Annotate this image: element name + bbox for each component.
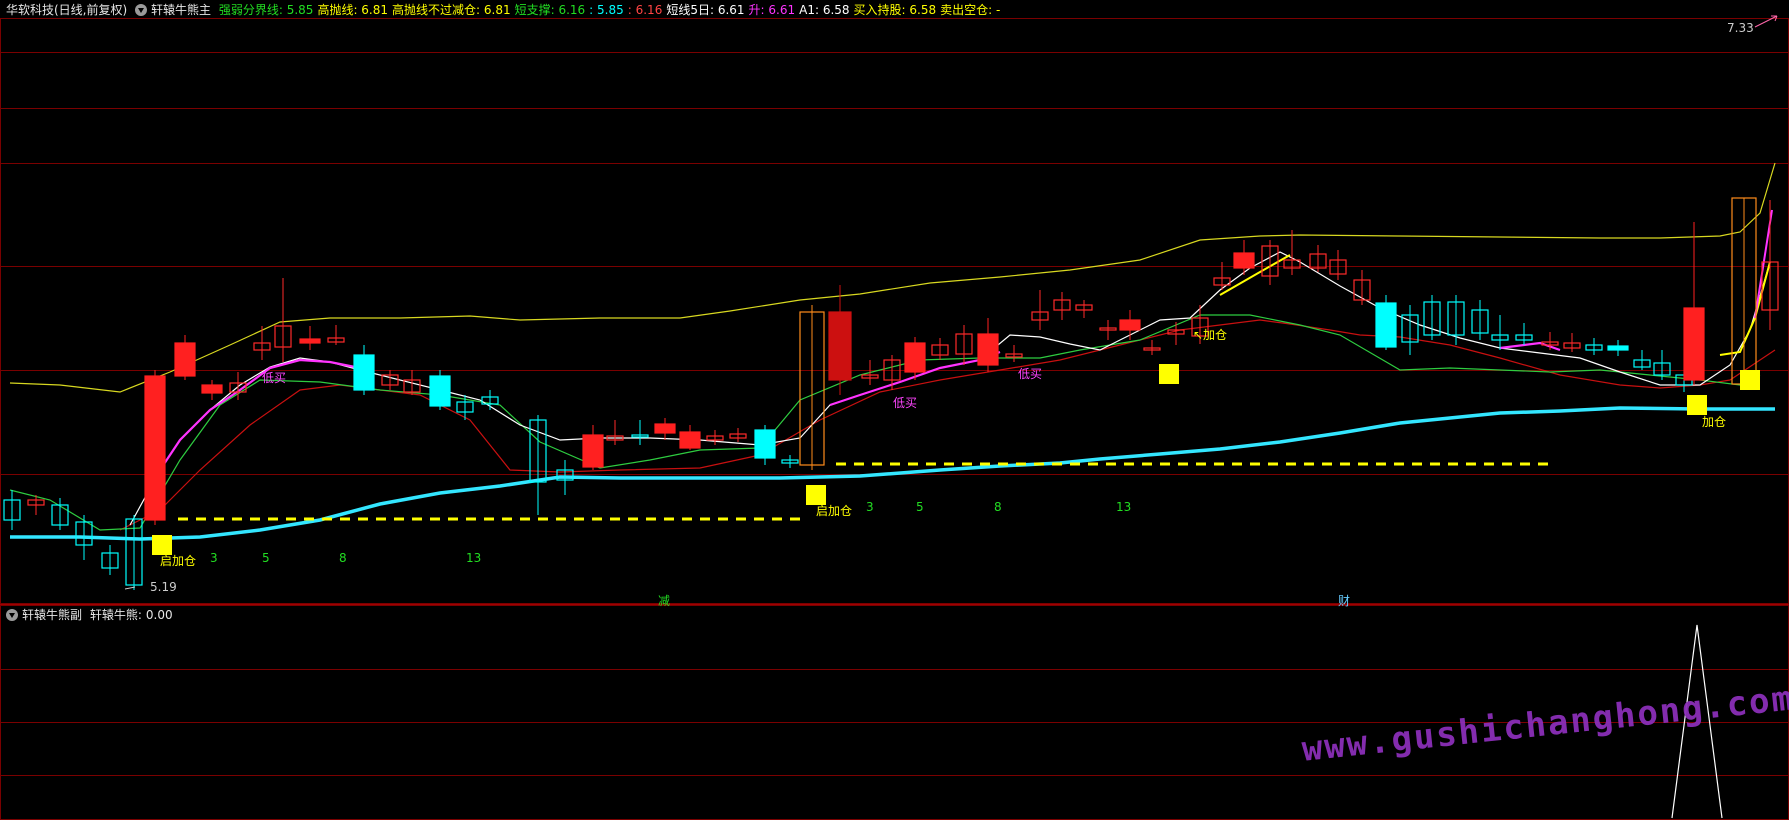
signal-low-buy-1: 低买 — [262, 371, 287, 385]
cycle-number: 13 — [466, 551, 482, 565]
cycle-number: 3 — [210, 551, 218, 565]
candle-body — [144, 375, 166, 521]
signal-wealth: 财 — [1338, 594, 1351, 608]
cycle-number: 5 — [262, 551, 270, 565]
signal-add-2: 加仓 — [1702, 415, 1727, 429]
main-chart-canvas — [0, 15, 1789, 605]
signal-start-add-2: 启加仓 — [816, 504, 853, 518]
indicator-5: : 6.16 — [627, 3, 663, 17]
indicator-8: A1: 6.58 — [799, 3, 850, 17]
signal-square — [1740, 370, 1760, 390]
signal-add-1: ↖加仓 — [1193, 328, 1228, 342]
indicator-10: 卖出空仓: - — [940, 3, 1001, 17]
candle-body — [299, 338, 321, 344]
short-term-5d-line — [129, 251, 1771, 526]
sub-value-label: 轩辕牛熊: — [89, 608, 142, 622]
candle-body — [174, 342, 196, 377]
cycle-number: 13 — [1116, 500, 1132, 514]
sub-indicator-name[interactable]: 轩辕牛熊副 — [22, 608, 82, 622]
candle-body — [1607, 345, 1629, 351]
candle-body — [353, 354, 375, 391]
candle-body — [654, 423, 676, 434]
candle-body — [1375, 302, 1397, 348]
signal-square — [1687, 395, 1707, 415]
candle-body — [201, 384, 223, 394]
indicator-3: 短支撑: 6.16 — [514, 3, 586, 17]
yellow-rise-line-a — [1219, 254, 1291, 296]
price-low-label: 5.19 — [150, 580, 177, 594]
candle-body — [1119, 319, 1141, 331]
high-arrow-icon — [1754, 15, 1778, 28]
price-high-label: 7.33 — [1727, 21, 1754, 35]
candle-body — [679, 431, 701, 449]
candle-body — [1683, 307, 1705, 381]
signal-low-buy-2: 低买 — [893, 396, 918, 410]
main-indicator-name[interactable]: 轩辕牛熊主 — [151, 3, 211, 17]
sub-indicator-menu-icon[interactable] — [6, 609, 18, 621]
indicator-0: 强弱分界线: 5.85 — [218, 3, 314, 17]
cycle-number: 5 — [916, 500, 924, 514]
signal-square — [1159, 364, 1179, 384]
signal-reduce: 减 — [658, 594, 671, 608]
main-frame — [0, 18, 1789, 604]
sub-value: 0.00 — [145, 608, 173, 622]
indicator-4: : 5.85 — [589, 3, 624, 17]
indicator-6: 短线5日: 6.61 — [666, 3, 745, 17]
signal-low-buy-3: 低买 — [1018, 367, 1043, 381]
cycle-number: 8 — [339, 551, 347, 565]
candle-body — [977, 333, 999, 366]
indicator-1: 高抛线: 6.81 — [317, 3, 389, 17]
candle-body — [828, 311, 852, 381]
candle-body — [1233, 252, 1255, 269]
cycle-number: 3 — [866, 500, 874, 514]
indicator-values: 强弱分界线: 5.85 高抛线: 6.81 高抛线不过减仓: 6.81 短支撑: 6.… — [219, 3, 1004, 17]
candle-body — [904, 342, 926, 373]
main-header: 华软科技(日线,前复权) 轩辕牛熊主 强弱分界线: 5.85 高抛线: 6.81 高… — [6, 1, 1008, 19]
cycle-number: 8 — [994, 500, 1002, 514]
candle-body — [754, 429, 776, 459]
stock-title: 华软科技(日线,前复权) — [6, 3, 128, 17]
indicator-9: 买入持股: 6.58 — [853, 3, 937, 17]
indicator-7: 升: 6.61 — [748, 3, 796, 17]
main-chart-panel[interactable]: 华软科技(日线,前复权) 轩辕牛熊主 强弱分界线: 5.85 高抛线: 6.81 高… — [0, 0, 1789, 608]
candle-body — [429, 375, 451, 407]
indicator-2: 高抛线不过减仓: 6.81 — [392, 3, 511, 17]
sub-header: 轩辕牛熊副 轩辕牛熊: 0.00 — [6, 606, 177, 624]
indicator-menu-icon[interactable] — [135, 4, 148, 16]
signal-start-add-1: 启加仓 — [160, 554, 197, 568]
candle-body — [582, 434, 604, 468]
